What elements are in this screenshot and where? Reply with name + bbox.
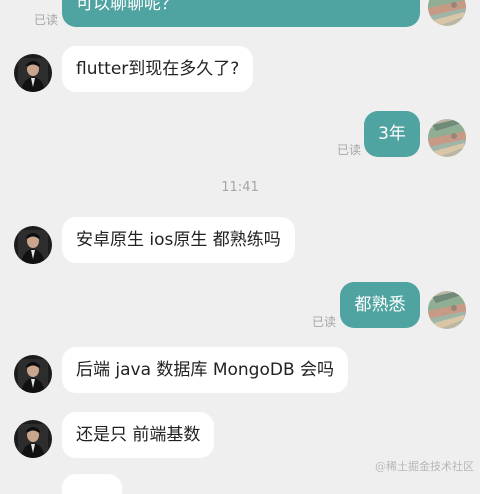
message-timestamp: 11:41: [221, 180, 259, 195]
message-bubble-incoming[interactable]: flutter到现在多久了?: [62, 46, 254, 92]
message-bubble-outgoing[interactable]: 都熟悉: [340, 282, 420, 328]
read-receipt: 已读: [34, 13, 59, 27]
contact-avatar[interactable]: [14, 54, 52, 92]
message-bubble-incoming[interactable]: 安卓原生 ios原生 都熟练吗: [62, 217, 295, 263]
message-bubble-outgoing[interactable]: 可以聊聊呢？: [62, 0, 420, 27]
read-receipt: 已读: [337, 143, 362, 157]
message-bubble-partial: [62, 474, 122, 494]
contact-avatar[interactable]: [14, 420, 52, 458]
contact-avatar[interactable]: [14, 226, 52, 264]
message-bubble-incoming[interactable]: 后端 java 数据库 MongoDB 会吗: [62, 347, 349, 393]
my-avatar[interactable]: [428, 291, 466, 329]
my-avatar[interactable]: [428, 119, 466, 157]
read-receipt: 已读: [312, 315, 337, 329]
watermark: @稀土掘金技术社区: [375, 460, 474, 473]
message-bubble-outgoing[interactable]: 3年: [364, 111, 420, 157]
message-bubble-incoming[interactable]: 还是只 前端基数: [62, 412, 215, 458]
contact-avatar[interactable]: [14, 355, 52, 393]
my-avatar[interactable]: [428, 0, 466, 26]
